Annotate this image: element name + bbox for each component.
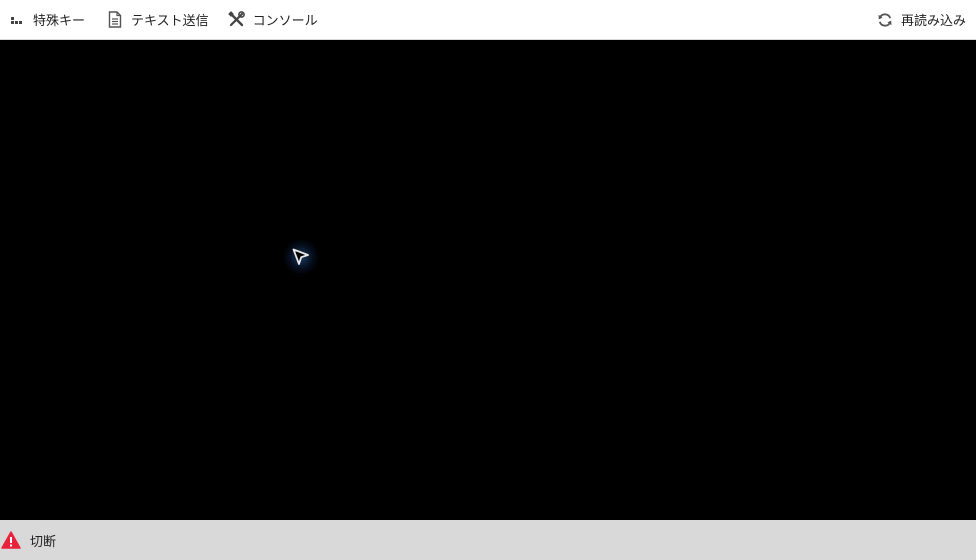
console-button[interactable]: コンソール — [228, 0, 318, 40]
document-icon — [106, 11, 124, 29]
mouse-cursor — [283, 239, 319, 275]
reload-label: 再読み込み — [900, 14, 966, 29]
console-label: コンソール — [252, 14, 318, 29]
refresh-icon — [876, 11, 894, 29]
remote-screen[interactable] — [0, 40, 976, 520]
send-text-label: テキスト送信 — [131, 14, 209, 29]
cursor-arrow-icon — [292, 248, 309, 265]
tools-icon — [228, 11, 246, 29]
send-text-button[interactable]: テキスト送信 — [106, 0, 209, 40]
reload-button[interactable]: 再読み込み — [876, 0, 966, 40]
special-keys-icon — [8, 11, 26, 29]
connection-status-text: 切断 — [30, 534, 57, 550]
special-keys-label: 特殊キー — [33, 14, 86, 29]
warning-icon — [0, 529, 22, 551]
toolbar: 特殊キー テキスト送信 コンソール 再読み込み — [0, 0, 976, 40]
special-keys-button[interactable]: 特殊キー — [8, 0, 85, 40]
status-bar: 切断 — [0, 520, 976, 560]
